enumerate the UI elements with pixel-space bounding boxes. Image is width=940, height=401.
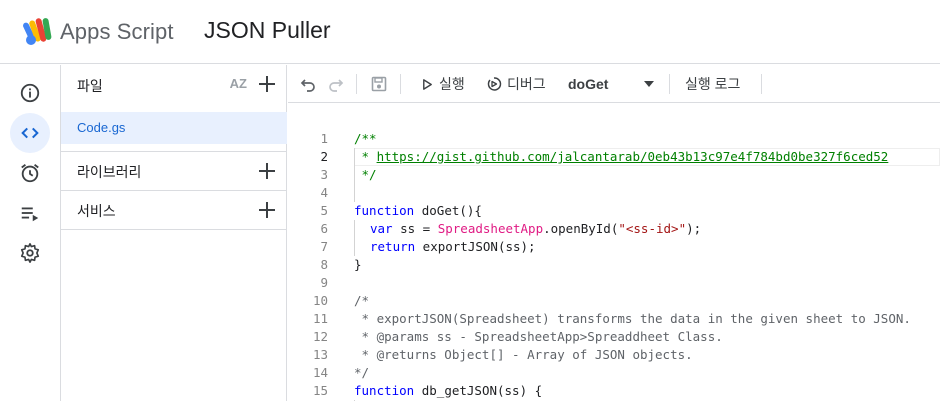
run-button[interactable]: 실행 xyxy=(421,65,465,103)
debug-button[interactable]: 디버그 xyxy=(486,65,546,103)
debug-label: 디버그 xyxy=(507,76,546,92)
rail-settings-button[interactable] xyxy=(10,233,50,273)
code-line: */ xyxy=(354,365,370,380)
rail-editor-button[interactable] xyxy=(10,113,50,153)
line-number: 1 xyxy=(320,131,328,146)
keyword-token: function xyxy=(354,203,415,218)
toolbar-separator xyxy=(761,74,762,94)
code-line: * @params ss - SpreadsheetApp>Spreaddhee… xyxy=(354,329,723,344)
run-label: 실행 xyxy=(439,76,465,92)
code-line: */ xyxy=(354,167,377,182)
files-header: 파일 AZ xyxy=(61,65,287,103)
line-number: 8 xyxy=(320,257,328,272)
line-number: 11 xyxy=(312,311,328,326)
undo-button[interactable] xyxy=(299,65,317,103)
executions-list-icon xyxy=(21,207,39,222)
play-icon xyxy=(423,78,432,90)
file-item-code-gs[interactable]: Code.gs xyxy=(61,112,287,144)
code-token: ss = xyxy=(392,221,438,236)
code-token: ); xyxy=(686,221,702,236)
add-library-plus-icon[interactable] xyxy=(257,161,277,181)
keyword-token: return xyxy=(370,239,416,254)
save-button[interactable] xyxy=(370,65,388,103)
toolbar-separator xyxy=(400,74,401,94)
app-name[interactable]: Apps Script xyxy=(60,19,174,45)
redo-icon xyxy=(329,79,344,92)
string-token: "<ss-id>" xyxy=(618,221,687,236)
code-token: db_getJSON(ss) { xyxy=(414,383,543,398)
project-title[interactable]: JSON Puller xyxy=(204,17,331,44)
info-icon xyxy=(20,83,40,103)
redo-button[interactable] xyxy=(327,65,345,103)
gear-icon xyxy=(20,243,40,263)
undo-icon xyxy=(300,79,315,92)
code-line: * @returns Object[] - Array of JSON obje… xyxy=(354,347,693,362)
function-select[interactable]: doGet xyxy=(568,65,608,103)
line-number: 4 xyxy=(320,185,328,200)
rail-triggers-button[interactable] xyxy=(10,153,50,193)
toolbar-separator xyxy=(356,74,357,94)
chevron-down-icon xyxy=(644,81,654,87)
code-token: exportJSON(ss); xyxy=(415,239,536,254)
alarm-icon xyxy=(21,164,39,183)
code-line: return exportJSON(ss); xyxy=(370,238,536,256)
line-number: 15 xyxy=(312,383,328,398)
file-name: Code.gs xyxy=(77,120,126,135)
toolbar-separator xyxy=(669,74,670,94)
code-token: .openById( xyxy=(543,221,619,236)
services-label: 서비스 xyxy=(77,203,116,219)
app-header: Apps Script JSON Puller xyxy=(0,0,940,64)
libraries-label: 라이브러리 xyxy=(77,164,142,180)
line-number: 13 xyxy=(312,347,328,362)
divider xyxy=(61,229,287,230)
line-number: 9 xyxy=(320,275,328,290)
code-lines: /** * https://gist.github.com/jalcantara… xyxy=(354,104,940,401)
execution-log-button[interactable]: 실행 로그 xyxy=(685,65,740,103)
function-select-dropdown[interactable] xyxy=(643,65,655,103)
gist-link[interactable]: https://gist.github.com/jalcantarab/0eb4… xyxy=(377,149,889,164)
code-editor[interactable]: 1 2 3 4 5 6 7 8 9 10 11 12 13 14 15 /* * … xyxy=(288,104,940,401)
code-icon xyxy=(21,127,39,139)
code-line: var ss = SpreadsheetApp.openById("<ss-id… xyxy=(370,220,701,238)
line-number-gutter: 1 2 3 4 5 6 7 8 9 10 11 12 13 14 15 xyxy=(288,104,340,401)
line-number: 7 xyxy=(320,239,328,254)
navigation-rail xyxy=(0,65,61,401)
code-line: /** xyxy=(354,131,377,146)
rail-overview-button[interactable] xyxy=(10,73,50,113)
code-line: function doGet(){ xyxy=(354,202,482,220)
line-number: 5 xyxy=(320,203,328,218)
add-service-plus-icon[interactable] xyxy=(257,200,277,220)
class-token: SpreadsheetApp xyxy=(437,221,544,236)
comment-token: * xyxy=(354,149,377,164)
code-line: function db_getJSON(ss) { xyxy=(354,382,542,400)
code-line: /* xyxy=(354,293,370,308)
add-file-plus-icon[interactable] xyxy=(257,74,277,94)
line-number: 14 xyxy=(312,365,328,380)
rail-executions-button[interactable] xyxy=(10,193,50,233)
function-select-value: doGet xyxy=(568,76,609,92)
services-row: 서비스 xyxy=(61,191,287,229)
sort-az-icon[interactable]: AZ xyxy=(230,76,247,91)
line-number: 12 xyxy=(312,329,328,344)
files-panel: 파일 AZ Code.gs 라이브러리 서비스 xyxy=(61,65,287,401)
code-token: doGet(){ xyxy=(414,203,482,218)
line-number: 10 xyxy=(312,293,328,308)
line-number: 3 xyxy=(320,167,328,182)
save-icon xyxy=(371,76,387,92)
editor-toolbar: 실행 디버그 doGet 실행 로그 xyxy=(288,65,940,103)
libraries-row: 라이브러리 xyxy=(61,152,287,190)
debug-icon xyxy=(487,77,502,91)
code-line: } xyxy=(354,257,362,272)
code-line: * exportJSON(Spreadsheet) transforms the… xyxy=(354,311,911,326)
line-number: 2 xyxy=(320,149,328,164)
line-number: 6 xyxy=(320,221,328,236)
apps-script-logo[interactable] xyxy=(22,16,54,48)
keyword-token: var xyxy=(370,221,393,236)
keyword-token: function xyxy=(354,383,415,398)
code-line: * https://gist.github.com/jalcantarab/0e… xyxy=(354,148,889,166)
execution-log-label: 실행 로그 xyxy=(685,76,741,92)
files-label: 파일 xyxy=(77,78,103,94)
